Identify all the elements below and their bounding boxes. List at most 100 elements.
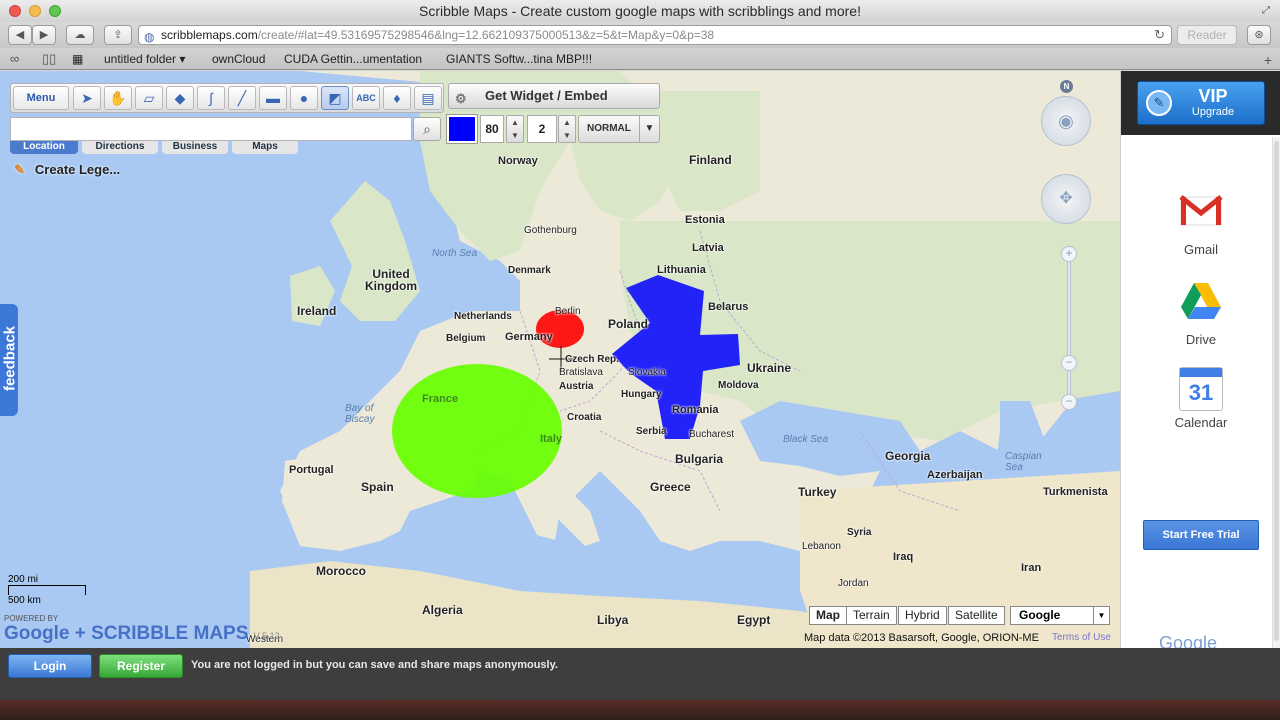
- icloud-tabs-button[interactable]: ☁: [66, 25, 94, 45]
- vip-upgrade-button[interactable]: ✎ VIP Upgrade: [1137, 81, 1265, 125]
- marker-tool-button[interactable]: ♦: [383, 86, 411, 110]
- select-tool-button[interactable]: ➤: [73, 86, 101, 110]
- fullscreen-icon[interactable]: ⤢: [1260, 5, 1272, 17]
- zoom-out-button[interactable]: −: [1061, 394, 1077, 410]
- map-label-syria: Syria: [847, 527, 872, 538]
- zoom-slider-track[interactable]: [1067, 256, 1071, 396]
- scale-miles: 200 mi: [8, 574, 39, 585]
- polygon-tool-button[interactable]: ◩: [321, 86, 349, 110]
- share-icon: ⇪: [113, 29, 123, 41]
- line-width-field[interactable]: 2: [527, 115, 557, 143]
- blend-mode-select[interactable]: NORMAL ▼: [578, 115, 660, 143]
- feedback-label: feedback: [1, 325, 19, 392]
- map-label-turkmenistan: Turkmenista: [1043, 486, 1108, 498]
- map-label-berlin: Berlin: [555, 306, 581, 317]
- rotate-control[interactable]: ✥: [1041, 174, 1091, 224]
- login-button[interactable]: Login: [8, 654, 92, 678]
- bookmarks-book-icon[interactable]: ▯▯: [42, 51, 56, 67]
- map-label-norway: Norway: [498, 155, 538, 167]
- scrollbar-thumb[interactable]: [1274, 141, 1279, 641]
- map-type-map[interactable]: Map: [809, 606, 847, 625]
- map-label-lebanon: Lebanon: [802, 541, 841, 552]
- map-label-italy: Italy: [540, 433, 563, 445]
- menu-button[interactable]: Menu: [13, 86, 69, 110]
- create-legend-link[interactable]: ✎ Create Lege...: [14, 162, 120, 178]
- opacity-field[interactable]: 80: [480, 115, 504, 143]
- tab-location[interactable]: Location: [10, 141, 78, 154]
- calendar-app[interactable]: 31 Calendar: [1151, 367, 1251, 430]
- map-label-united-kingdom: United Kingdom: [365, 267, 417, 293]
- tab-directions[interactable]: Directions: [82, 141, 158, 154]
- bookmark-owncloud[interactable]: ownCloud: [212, 52, 265, 66]
- powered-logos: Google + SCRIBBLE MAPS: [4, 623, 249, 644]
- map-label-belarus: Belarus: [708, 301, 749, 313]
- reading-list-icon[interactable]: ∞: [10, 51, 19, 66]
- polygon-icon: ◩: [328, 90, 342, 106]
- text-tool-button[interactable]: ABC: [352, 86, 380, 110]
- map-label-gothenburg: Gothenburg: [524, 225, 577, 236]
- forward-button[interactable]: ▶: [32, 25, 56, 45]
- map-label-bulgaria: Bulgaria: [675, 452, 724, 466]
- bookmark-cuda[interactable]: CUDA Gettin...umentation: [284, 52, 422, 66]
- map-label-azerbaijan: Azerbaijan: [927, 469, 983, 481]
- text-tool-label: ABC: [356, 93, 376, 103]
- map-label-romania: Romania: [672, 404, 719, 416]
- circle-tool-button[interactable]: ●: [290, 86, 318, 110]
- tab-business[interactable]: Business: [162, 141, 228, 154]
- map-scale: 200 mi 500 km: [8, 574, 86, 606]
- reader-button[interactable]: Reader: [1177, 25, 1237, 45]
- terms-of-use-link[interactable]: Terms of Use: [1052, 632, 1111, 643]
- pan-tool-button[interactable]: ✋: [104, 86, 132, 110]
- tab-maps[interactable]: Maps: [232, 141, 298, 154]
- zoom-slider-thumb[interactable]: −: [1061, 355, 1077, 371]
- scribble-icon: ∫: [209, 90, 213, 106]
- fill-tool-button[interactable]: ◆: [166, 86, 194, 110]
- close-window-button[interactable]: [9, 5, 21, 17]
- line-width-stepper[interactable]: ▲ ▼: [558, 115, 576, 143]
- sidebar-scrollbar[interactable]: [1272, 137, 1280, 648]
- feedback-tab[interactable]: feedback: [0, 304, 19, 416]
- get-widget-embed-button[interactable]: ⚙ Get Widget / Embed: [448, 83, 660, 109]
- share-button[interactable]: ⇪: [104, 25, 132, 45]
- address-bar[interactable]: ◍ scribblemaps.com/create/#lat=49.531695…: [138, 25, 1172, 45]
- pencil-icon: ✎: [14, 162, 25, 177]
- map-type-hybrid[interactable]: Hybrid: [898, 606, 947, 625]
- opacity-stepper[interactable]: ▲ ▼: [506, 115, 524, 143]
- map-label-croatia: Croatia: [567, 412, 602, 423]
- bookmark-untitled-folder[interactable]: untitled folder ▾: [104, 52, 185, 66]
- minimize-window-button[interactable]: [29, 5, 41, 17]
- scale-bar: [8, 585, 86, 595]
- new-tab-icon[interactable]: +: [1264, 52, 1272, 68]
- register-button[interactable]: Register: [99, 654, 183, 678]
- map-type-satellite[interactable]: Satellite: [948, 606, 1005, 625]
- map-type-terrain[interactable]: Terrain: [846, 606, 897, 625]
- pan-control[interactable]: ◉: [1041, 96, 1091, 146]
- page-content: Finland Norway Estonia Latvia Lithuania …: [0, 71, 1280, 700]
- blend-mode-value: NORMAL: [587, 123, 631, 134]
- line-icon: ╱: [237, 90, 247, 106]
- grid-icon[interactable]: ▦: [72, 52, 83, 66]
- map-canvas[interactable]: Finland Norway Estonia Latvia Lithuania …: [0, 71, 1120, 648]
- fill-color-swatch[interactable]: [446, 114, 478, 144]
- rectangle-icon: ▬: [266, 90, 280, 106]
- reload-icon[interactable]: ↻: [1154, 26, 1165, 44]
- back-button[interactable]: ◀: [8, 25, 32, 45]
- gmail-app[interactable]: Gmail: [1151, 189, 1251, 257]
- map-label-bucharest: Bucharest: [689, 429, 735, 440]
- downloads-button[interactable]: ⊛: [1247, 25, 1271, 45]
- search-button[interactable]: ⌕: [413, 117, 441, 141]
- location-search-input[interactable]: [10, 117, 412, 141]
- drive-app[interactable]: Drive: [1151, 279, 1251, 347]
- zoom-in-button[interactable]: +: [1061, 246, 1077, 262]
- line-tool-button[interactable]: ╱: [228, 86, 256, 110]
- eraser-tool-button[interactable]: ▱: [135, 86, 163, 110]
- image-tool-button[interactable]: ▤: [414, 86, 442, 110]
- start-free-trial-button[interactable]: Start Free Trial: [1143, 520, 1259, 550]
- bookmark-giants[interactable]: GIANTS Softw...tina MBP!!!: [446, 52, 592, 66]
- url-path: /create/#lat=49.53169575298546&lng=12.66…: [257, 28, 715, 42]
- scribble-tool-button[interactable]: ∫: [197, 86, 225, 110]
- maximize-window-button[interactable]: [49, 5, 61, 17]
- map-provider-select[interactable]: Google ▼: [1010, 606, 1110, 625]
- map-label-iraq: Iraq: [893, 551, 914, 563]
- rectangle-tool-button[interactable]: ▬: [259, 86, 287, 110]
